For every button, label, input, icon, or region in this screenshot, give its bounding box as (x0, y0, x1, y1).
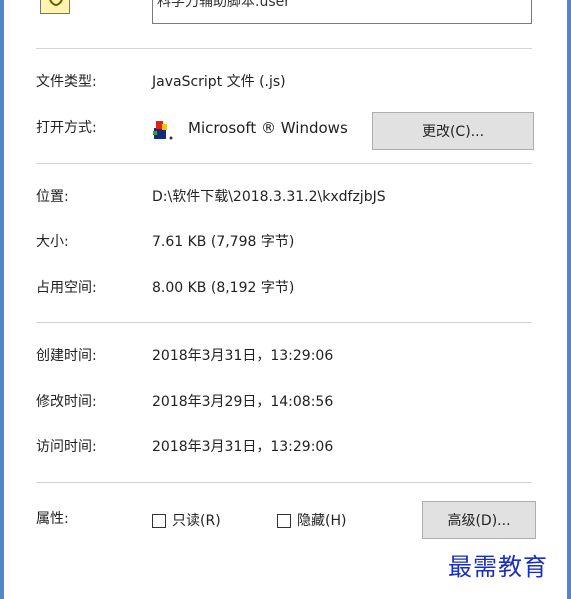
size-label: 大小: (36, 234, 69, 250)
separator (36, 322, 532, 323)
created-label: 创建时间: (36, 348, 97, 364)
file-type-label: 文件类型: (36, 74, 97, 90)
file-name-text: 科学刀辅助脚本.user (157, 0, 290, 10)
readonly-checkbox[interactable] (152, 514, 166, 528)
file-type-value: JavaScript 文件 (.js) (152, 74, 286, 90)
window-border-right (567, 0, 571, 599)
created-value: 2018年3月31日，13:29:06 (152, 348, 334, 364)
separator (36, 163, 532, 164)
opens-with-label: 打开方式: (36, 120, 97, 136)
file-name-input[interactable]: 科学刀辅助脚本.user (152, 0, 532, 24)
separator (36, 48, 532, 49)
opens-with-value: Microsoft ® Windows (188, 119, 348, 137)
accessed-value: 2018年3月31日，13:29:06 (152, 439, 334, 455)
script-file-icon (40, 0, 70, 14)
modified-value: 2018年3月29日，14:08:56 (152, 394, 334, 410)
advanced-button[interactable]: 高级(D)... (422, 501, 536, 539)
location-label: 位置: (36, 189, 69, 205)
accessed-label: 访问时间: (36, 439, 97, 455)
change-button[interactable]: 更改(C)... (372, 112, 534, 150)
size-on-disk-value: 8.00 KB (8,192 字节) (152, 280, 295, 296)
windows-script-host-icon (153, 121, 173, 140)
window-border-left (0, 0, 4, 599)
modified-label: 修改时间: (36, 394, 97, 410)
location-value: D:\软件下载\2018.3.31.2\kxdfzjbJS (152, 189, 386, 205)
separator (36, 482, 532, 483)
hidden-checkbox-label[interactable]: 隐藏(H) (297, 511, 346, 531)
watermark-text: 最需教育 (448, 553, 548, 581)
hidden-checkbox[interactable] (277, 514, 291, 528)
size-on-disk-label: 占用空间: (36, 280, 97, 296)
attributes-label: 属性: (36, 511, 69, 527)
size-value: 7.61 KB (7,798 字节) (152, 234, 295, 250)
readonly-checkbox-label[interactable]: 只读(R) (172, 511, 221, 531)
